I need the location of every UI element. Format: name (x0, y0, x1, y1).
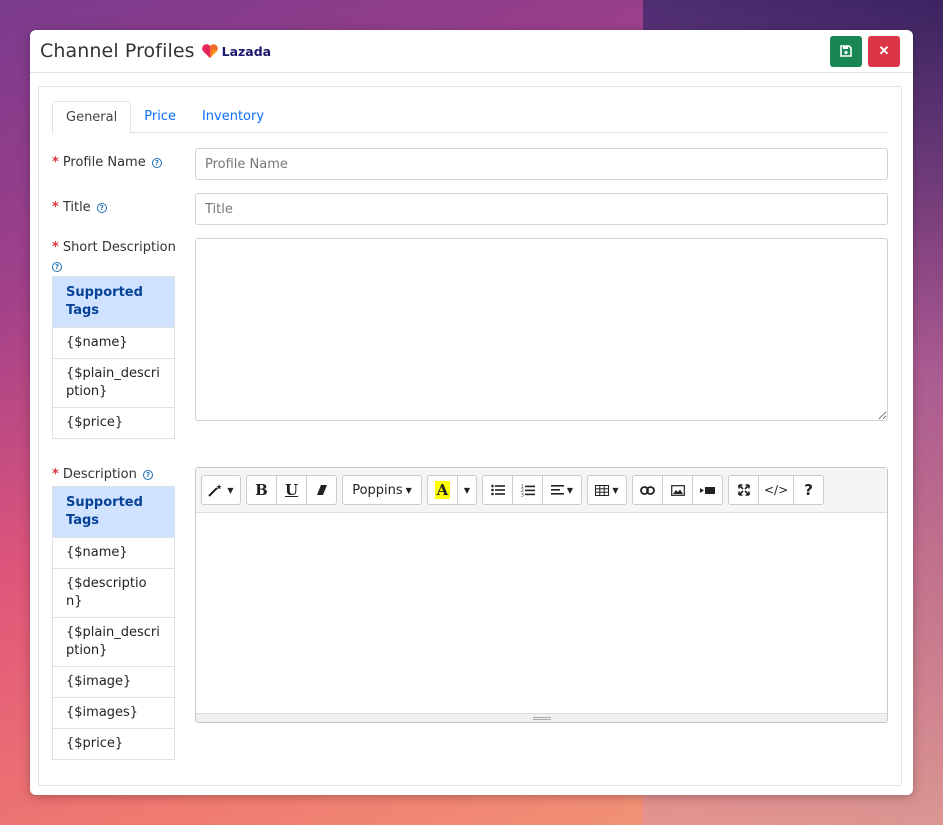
fullscreen-button[interactable] (728, 475, 759, 505)
help-icon[interactable]: ? (151, 158, 162, 168)
editor-toolbar: ▼ B U Poppins ▼ A ▼ 1 2 3 ▼ ▼ </> ? (196, 468, 887, 513)
tab-price[interactable]: Price (131, 101, 189, 133)
video-icon (700, 486, 715, 494)
tag-item: {$name} (53, 538, 174, 569)
brand-name: Lazada (221, 43, 272, 59)
heart-icon (201, 44, 218, 58)
description-tags: Supported Tags {$name} {$description} {$… (52, 486, 175, 760)
tag-item: {$price} (66, 736, 124, 751)
profile-form-card: General Price Inventory * Profile Name ? … (38, 86, 902, 786)
bold-icon: B (255, 481, 268, 499)
tag-item: {$name} (53, 328, 174, 359)
help-button[interactable]: ? (793, 475, 825, 505)
grip-icon (532, 716, 551, 720)
align-left-icon (550, 485, 564, 495)
magic-wand-style-button[interactable]: ▼ (201, 475, 241, 505)
tab-general[interactable]: General (52, 101, 132, 134)
required-marker: * (52, 467, 59, 482)
numbered-list-button[interactable]: 123 (512, 475, 543, 505)
insert-link-button[interactable] (632, 475, 663, 505)
font-family-dropdown[interactable]: Poppins ▼ (342, 475, 422, 505)
title-input[interactable] (195, 193, 888, 225)
text-color-button[interactable]: A (427, 475, 458, 505)
font-color-icon: A (434, 481, 451, 499)
help-icon[interactable]: ? (143, 470, 153, 480)
underline-button[interactable]: U (276, 475, 307, 505)
close-button[interactable]: ✕ (868, 35, 900, 67)
insert-image-button[interactable] (662, 475, 693, 505)
short-description-textarea[interactable] (195, 238, 888, 421)
tag-item: {$price} (66, 415, 124, 430)
tag-item: {$plain_description} (53, 359, 174, 408)
table-icon (595, 484, 610, 496)
title-label: * Title ? (52, 200, 107, 215)
svg-text:3: 3 (521, 492, 524, 497)
tag-item: {$plain_description} (53, 618, 174, 667)
supported-tags-header: Supported Tags (53, 277, 174, 328)
code-view-button[interactable]: </> (758, 475, 795, 505)
required-marker: * (52, 200, 59, 215)
clear-format-button[interactable] (306, 475, 337, 505)
insert-table-dropdown[interactable]: ▼ (587, 475, 627, 505)
eraser-icon (316, 485, 327, 495)
bullet-list-button[interactable] (482, 475, 513, 505)
underline-icon: U (284, 481, 299, 499)
channel-profiles-modal: Channel Profiles Lazada ✕ General Price … (30, 30, 913, 795)
save-button[interactable] (830, 35, 862, 67)
short-description-label: * Short Description ? (52, 240, 176, 272)
expand-icon (737, 484, 750, 496)
code-icon: </> (764, 483, 789, 497)
link-icon (640, 485, 655, 495)
unordered-list-icon (490, 484, 505, 496)
tag-item: {$description} (53, 569, 174, 618)
color-dropdown-toggle[interactable]: ▼ (457, 475, 477, 505)
editor-resize-handle[interactable] (196, 713, 887, 722)
required-marker: * (52, 155, 59, 170)
tab-inventory[interactable]: Inventory (189, 101, 277, 133)
close-icon: ✕ (878, 43, 890, 58)
supported-tags-header: Supported Tags (53, 487, 174, 538)
tag-item: {$image} (53, 667, 174, 698)
tag-item: {$images} (53, 698, 174, 729)
lazada-logo: Lazada (201, 43, 272, 59)
modal-title: Channel Profiles (40, 40, 195, 62)
short-description-tags: Supported Tags {$name} {$plain_descripti… (52, 276, 175, 439)
editor-content-area[interactable] (196, 513, 887, 713)
description-rich-editor: ▼ B U Poppins ▼ A ▼ 1 2 3 ▼ ▼ </> ? (195, 467, 888, 723)
question-icon: ? (804, 481, 813, 499)
insert-video-button[interactable] (692, 475, 723, 505)
required-marker: * (52, 240, 59, 255)
description-label: * Description ? (52, 467, 153, 482)
profile-name-label: * Profile Name ? (52, 155, 162, 170)
help-icon[interactable]: ? (96, 203, 107, 213)
tab-bar: General Price Inventory (52, 101, 888, 134)
picture-icon (670, 484, 685, 496)
help-icon[interactable]: ? (52, 262, 62, 272)
floppy-disk-icon (840, 45, 852, 57)
ordered-list-icon: 123 (521, 484, 535, 497)
profile-name-input[interactable] (195, 148, 888, 180)
magic-wand-icon (208, 484, 222, 497)
modal-header: Channel Profiles Lazada ✕ (30, 30, 913, 73)
paragraph-align-dropdown[interactable]: ▼ (542, 475, 582, 505)
bold-button[interactable]: B (246, 475, 277, 505)
